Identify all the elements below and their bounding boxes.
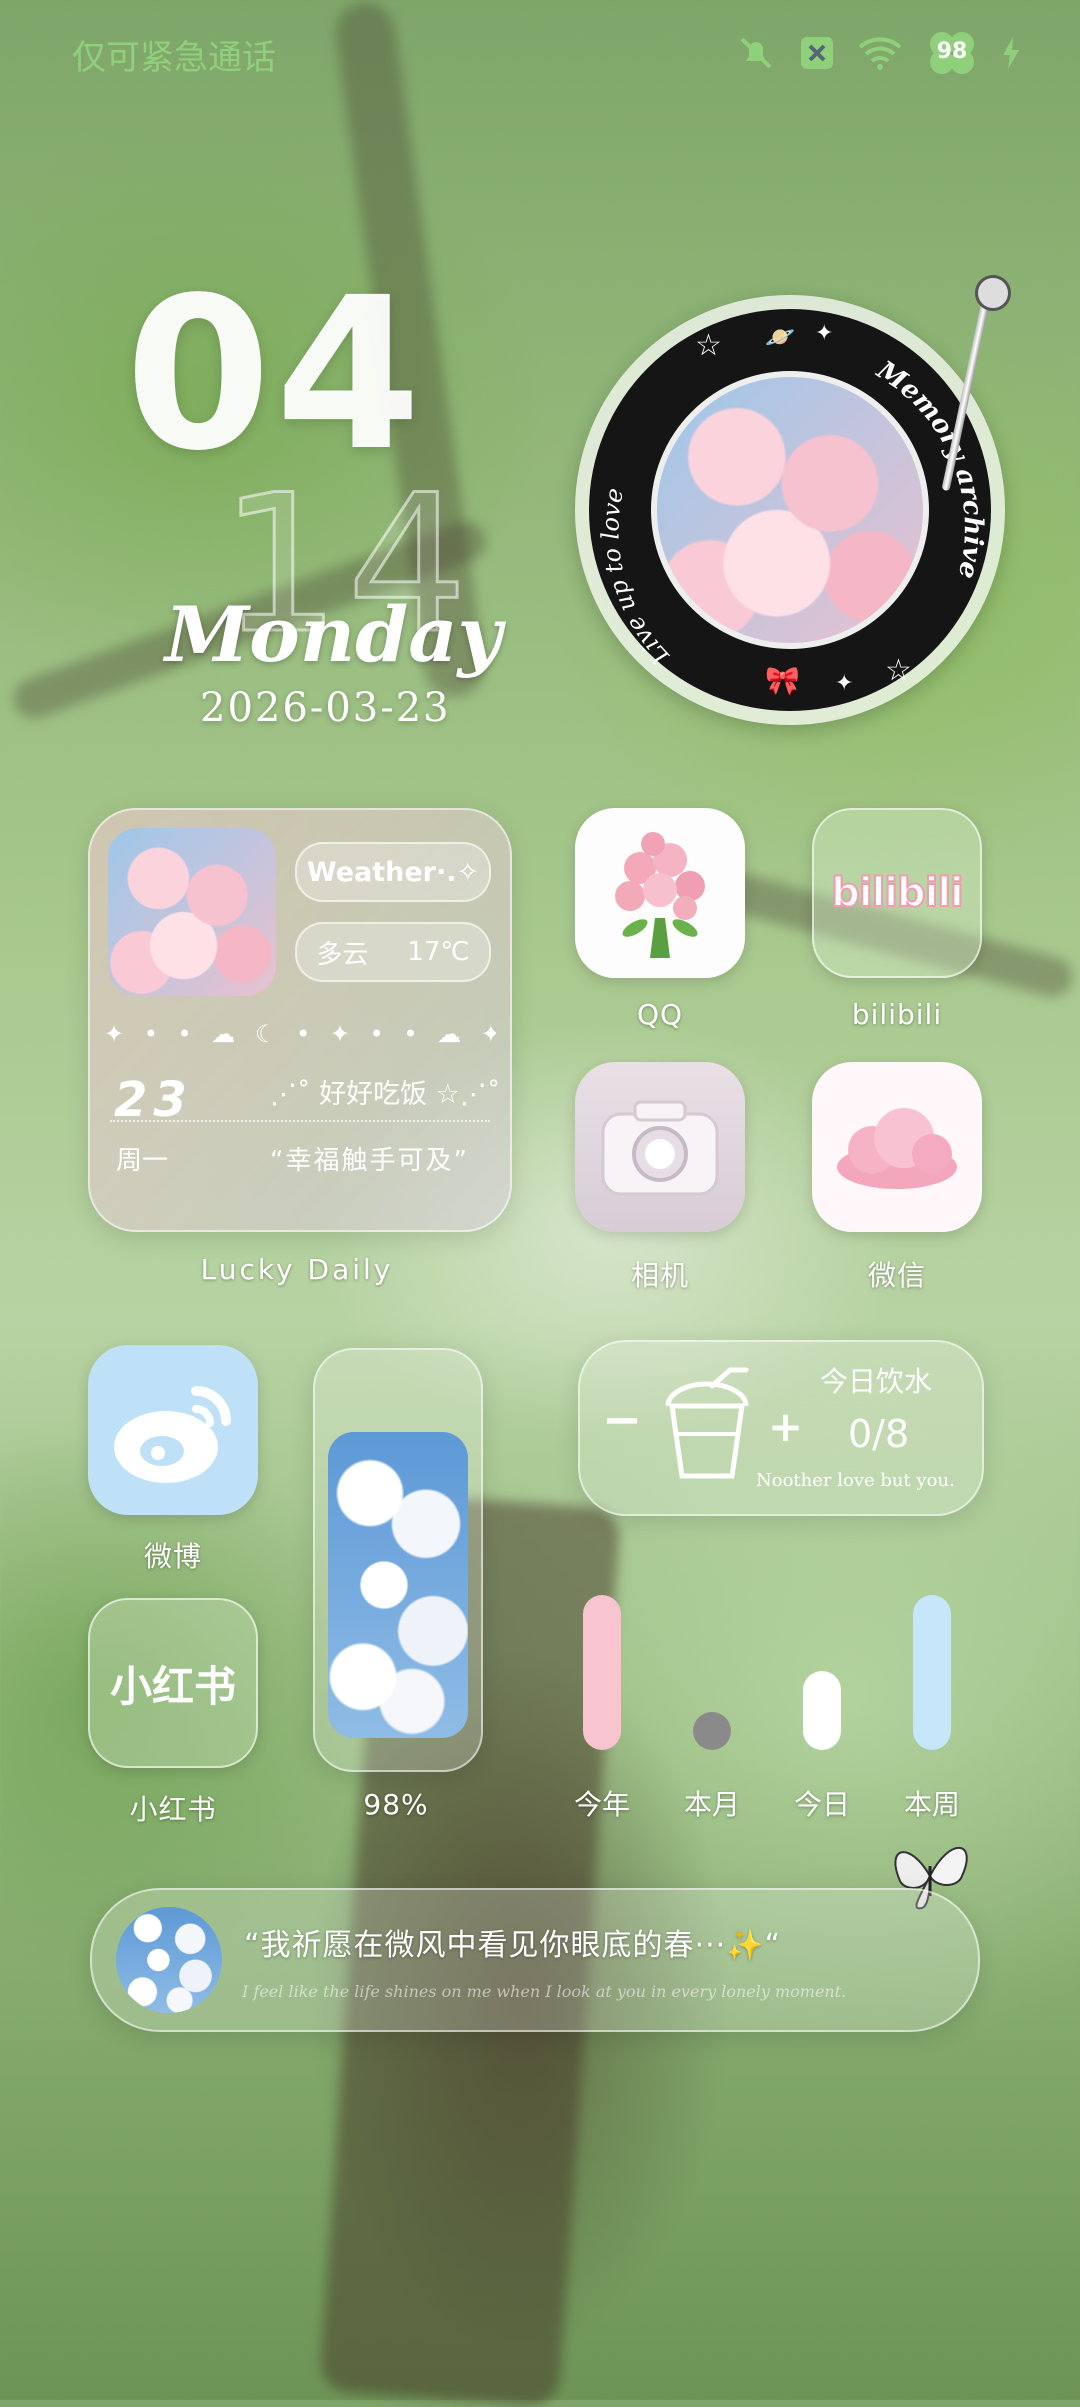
wechat-label: 微信 [867,1259,926,1292]
bow-icon: 🎀 [765,664,800,697]
clock-hour[interactable]: 04 [125,270,425,480]
stats-bar [803,1671,841,1750]
bilibili-label: bilibili [851,998,943,1031]
camera-icon [601,1100,719,1196]
weather-temperature: 17℃ [407,937,470,967]
sim-off-icon [801,37,833,69]
qq-label: QQ [636,998,684,1031]
weibo-label: 微博 [143,1540,202,1573]
quote-avatar [116,1907,222,2013]
status-text: 仅可紧急通话 [72,38,276,78]
weather-pill: 多云 17℃ [295,922,491,982]
photo-widget-image [328,1432,468,1738]
xiaohongshu-app-icon[interactable]: 小红书 [88,1598,258,1768]
bilibili-logo: bilibili [830,869,965,917]
cup-icon [665,1367,749,1479]
qq-app-icon[interactable] [575,808,745,978]
xiaohongshu-logo: 小红书 [109,1661,236,1711]
camera-app-icon[interactable] [575,1062,745,1232]
meal-text: ⋰˚ 好好吃饭 ☆⋰˚ [270,1079,501,1110]
stats-bar [693,1712,731,1750]
weibo-app-icon[interactable] [88,1345,258,1515]
star-icon: ☆ [885,653,912,688]
record-widget[interactable]: Live up to love Memory archive ☆ 🪐 ✦ 🎀 ✦… [575,275,1011,725]
sparkle-icon: ✦ [835,671,853,696]
stats-bar-label: 今日 [793,1788,850,1821]
wifi-icon [858,37,902,70]
status-icons: 98 [736,30,1020,76]
camera-label: 相机 [630,1259,689,1292]
sparkle-icon: ✦ [815,321,833,346]
weekday: Monday [165,590,502,679]
stats-bar [913,1595,951,1750]
photo-widget-percent: 98% [363,1788,429,1821]
mute-icon [740,37,772,69]
tonearm-head [975,275,1011,311]
weather-condition: 多云 [316,939,369,970]
weibo-icon [114,1386,231,1483]
xiaohongshu-label: 小红书 [129,1793,217,1826]
divider [110,1120,490,1122]
photo-widget[interactable] [313,1348,483,1772]
decor-symbols: ✦ • • ☁ ☾ • ✦ • • ☁ ✦ [104,1020,496,1048]
quote-bar[interactable]: “我祈愿在微风中看见你眼底的春···✨“ I feel like the lif… [90,1888,980,2032]
lucky-quote: “幸福触手可及” [270,1146,469,1176]
star-icon: ☆ [695,328,722,363]
meal-label: 好好吃饭 [319,1079,428,1110]
lucky-photo [108,828,276,996]
stats-bar-label: 本月 [683,1788,740,1821]
weather-label-pill: Weather·.✧ [295,842,491,902]
bouquet-icon [615,832,705,958]
water-title: 今日饮水 [820,1365,933,1398]
bilibili-app-icon[interactable]: bilibili [812,808,982,978]
svg-text:Live up to love: Live up to love [596,486,675,671]
weekday-short: 周一 [116,1146,169,1176]
lucky-daily-widget[interactable]: Weather·.✧ 多云 17℃ ✦ • • ☁ ☾ • ✦ • • ☁ ✦ … [88,808,512,1232]
stats-bar [583,1595,621,1750]
stats-bar-label: 今年 [573,1788,630,1821]
water-caption: Noother love but you. [756,1470,955,1491]
stats-bar-label: 本周 [903,1788,960,1821]
battery-level: 98 [936,39,968,64]
date: 2026-03-23 [200,685,451,731]
charging-icon [1003,37,1019,69]
quote-subtext: I feel like the life shines on me when I… [242,1982,847,2001]
water-widget[interactable]: 今日饮水 − + 0/8 Noother love but you. [578,1340,984,1516]
record-arc-text: Live up to love Memory archive ☆ 🪐 ✦ 🎀 ✦… [596,321,988,697]
weather-label: Weather·.✧ [306,856,480,888]
record-left-text: Live up to love [596,486,675,671]
planet-icon: 🪐 [765,323,795,351]
water-count: 0/8 [848,1412,910,1456]
battery-icon: 98 [924,30,980,76]
lucky-daily-label: Lucky Daily [200,1253,394,1286]
water-plus-button[interactable]: + [768,1402,803,1451]
quote-text: “我祈愿在微风中看见你眼底的春···✨“ [244,1928,782,1963]
water-minus-button[interactable]: − [602,1392,642,1448]
wechat-app-icon[interactable] [812,1062,982,1232]
cloud-icon [837,1108,957,1189]
